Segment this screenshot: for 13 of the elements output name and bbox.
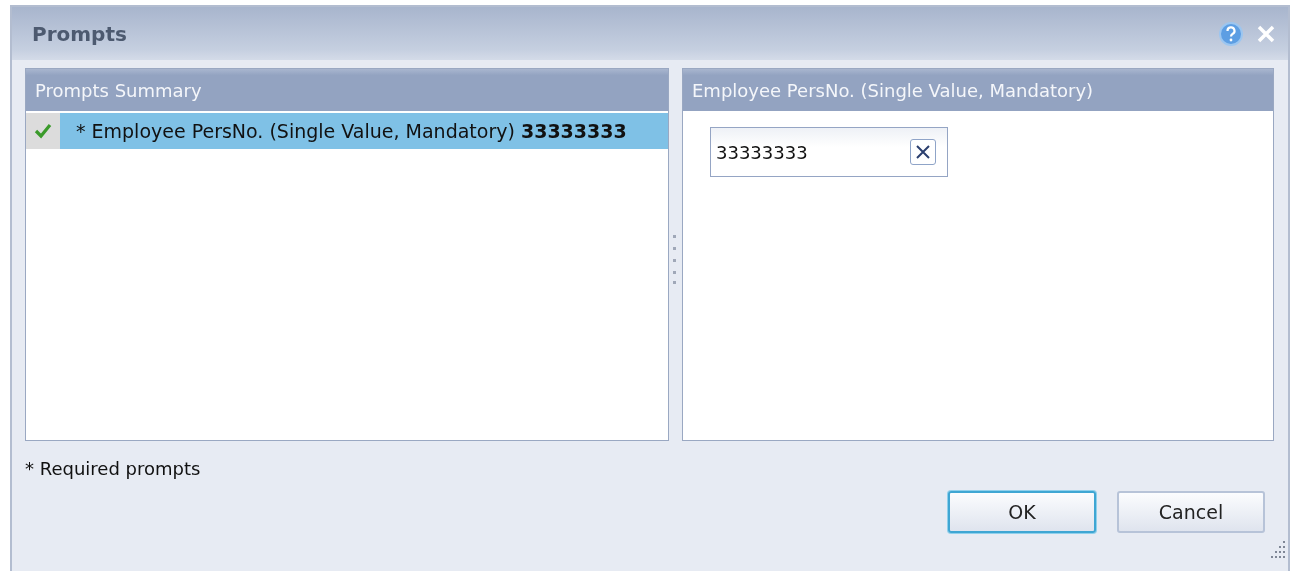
- help-icon[interactable]: [1218, 20, 1244, 47]
- clear-icon: [915, 144, 931, 160]
- clear-button[interactable]: [910, 139, 936, 165]
- panel-header: Employee PersNo. (Single Value, Mandatory): [683, 69, 1273, 111]
- cancel-button[interactable]: Cancel: [1117, 491, 1265, 533]
- prompt-list-item[interactable]: * Employee PersNo. (Single Value, Mandatory) 33333333: [60, 113, 668, 149]
- window-title: Prompts: [32, 21, 128, 46]
- resize-grip-icon[interactable]: [1268, 541, 1286, 559]
- ok-button[interactable]: OK: [948, 491, 1096, 533]
- value-field[interactable]: 33333333: [710, 127, 948, 177]
- panel-header: Prompts Summary: [26, 69, 668, 111]
- splitter-grip-icon[interactable]: [673, 235, 677, 285]
- required-note: * Required prompts: [25, 458, 201, 479]
